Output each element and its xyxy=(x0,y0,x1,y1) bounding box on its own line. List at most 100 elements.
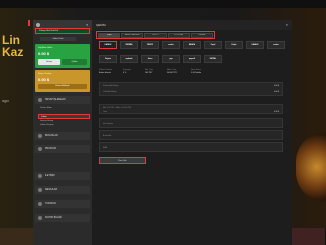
info-header: Komisyon xyxy=(123,69,131,71)
tab-all[interactable]: TÜMÜ xyxy=(98,32,121,38)
payment-method[interactable]: Papara xyxy=(99,55,117,63)
sidebar-section-contact[interactable]: İLETİŞİM xyxy=(35,172,90,180)
payment-method[interactable]: cepbank xyxy=(120,55,138,63)
payment-method[interactable]: PAYFIX xyxy=(141,41,159,49)
sidebar-section-profile[interactable]: PROFİLİM xyxy=(35,145,90,153)
payment-method[interactable]: HAVALE xyxy=(99,41,117,49)
info-col: Maks. Tutar 50.000 TRY xyxy=(167,69,177,74)
sidebar-section-messages[interactable]: MESAJLAR xyxy=(35,186,90,194)
hero-subtitle: ogo xyxy=(2,98,9,103)
payment-method[interactable]: mefete xyxy=(267,41,285,49)
sidebar-subitem[interactable]: Çekim Geçmişi xyxy=(40,124,53,126)
field-placeholder: İsim Soyisim xyxy=(103,122,114,125)
bonus-balance-card: Bonus Cüzdanı 0.00 $ Bonus Aktifleştir xyxy=(35,70,90,92)
user-icon xyxy=(38,147,42,151)
tab-crypto[interactable]: KRİPTO xyxy=(144,32,167,38)
section-label: MESAJLAR xyxy=(45,189,58,191)
ticket-icon xyxy=(38,216,42,220)
withdrawable-value: 0.00 $ xyxy=(274,91,279,93)
balance-card: Kullanılabilir Bakiye 0.00 $ Çekilebilir… xyxy=(99,82,283,96)
info-header: Maks. Tutar xyxy=(167,69,177,71)
info-header: İşlem Süresi xyxy=(191,69,201,71)
payment-method[interactable]: HAVALE xyxy=(246,41,264,49)
main-balance-card: Dağ Alma Hakkı 0.00 $ Yatırım Çekim xyxy=(35,44,90,68)
section-label: PROFİLİM xyxy=(45,148,56,150)
info-col: Ödeme Yöntemi Banka Havale xyxy=(99,69,112,74)
sidebar-section-tournament[interactable]: TURNUVA xyxy=(35,200,90,208)
bank-name-field[interactable]: Banka Adı xyxy=(99,130,283,140)
hero-title: Lin Kaz xyxy=(2,33,24,59)
chat-icon xyxy=(38,174,42,178)
main-balance-value: 0.00 $ xyxy=(38,51,50,56)
amount-suffix: 0.00 $ xyxy=(274,110,279,113)
info-header: Ödeme Yöntemi xyxy=(99,69,112,71)
user-avatar-icon[interactable] xyxy=(36,23,40,27)
balance-value: 0.00 $ xyxy=(274,85,279,87)
info-col: Komisyon 0 % xyxy=(123,69,131,74)
payment-method[interactable]: PAPARA xyxy=(120,41,138,49)
section-label: TURNUVA xyxy=(45,203,56,205)
payment-method[interactable]: paycell xyxy=(183,55,201,63)
sidebar-subitem[interactable]: Yatırım İşlem xyxy=(40,107,52,109)
amount-card: Min.: 100 TRY - Maks.: 50.000 TRY Tutar … xyxy=(99,104,283,114)
sidebar-section-coupon[interactable]: KUPON BİLGİSİ xyxy=(35,214,90,222)
highlight-marker xyxy=(28,20,30,26)
sidebar-subitem-selected[interactable]: Çekim xyxy=(38,114,90,119)
tab-papara[interactable]: PAPARA xyxy=(190,32,214,38)
sidebar-section-account[interactable]: HESAP İŞLEMLERİ xyxy=(35,96,90,104)
limits-notice: Min.: 100 TRY - Maks.: 50.000 TRY xyxy=(103,106,132,109)
profile-label: Pohoys Stat Unit Kull xyxy=(39,30,58,32)
gift-icon xyxy=(38,134,42,138)
payment-method[interactable]: BANKA xyxy=(183,41,201,49)
tab-bank[interactable]: BANKA TRANSFER xyxy=(121,32,144,38)
info-value: 100 TRY xyxy=(145,72,153,74)
profile-banner[interactable]: Pohoys Stat Unit Kull xyxy=(35,28,90,34)
name-field[interactable]: İsim Soyisim xyxy=(99,118,283,128)
section-label: KUPON BİLGİSİ xyxy=(45,217,62,219)
info-col: İşlem Süresi 5-10 Dakika xyxy=(191,69,201,74)
payment-method[interactable]: Payfix xyxy=(225,41,243,49)
iban-field[interactable]: IBAN xyxy=(99,142,283,152)
section-label: HESAP İŞLEMLERİ xyxy=(45,99,66,101)
payment-method[interactable]: pep xyxy=(162,55,180,63)
withdraw-button[interactable]: Çekim xyxy=(62,59,87,65)
info-header: Min. Tutar xyxy=(145,69,153,71)
sidebar-subitem[interactable]: Geçmiş Hesap xyxy=(40,120,53,122)
sidebar-close-icon[interactable]: × xyxy=(86,22,88,27)
withdrawable-label: Çekilebilir Bakiye xyxy=(103,91,117,93)
method-info: Ödeme Yöntemi Banka Havale Komisyon 0 % … xyxy=(99,69,289,81)
info-col: Min. Tutar 100 TRY xyxy=(145,69,153,74)
mail-icon xyxy=(38,188,42,192)
modal-title: ÇEKİM xyxy=(96,23,106,27)
info-value: Banka Havale xyxy=(99,72,111,74)
info-value: 0 % xyxy=(123,72,127,74)
submit-withdraw-button[interactable]: Para Çek xyxy=(99,157,146,164)
info-value: 50.000 TRY xyxy=(167,72,178,74)
amount-label: Tutar xyxy=(103,110,108,113)
modal-header: ÇEKİM × xyxy=(92,20,292,30)
activate-bonus-button[interactable]: Bonus Aktifleştir xyxy=(38,84,87,89)
close-icon[interactable]: × xyxy=(286,22,288,27)
info-value: 5-10 Dakika xyxy=(191,72,202,74)
balance-label: Kullanılabilir Bakiye xyxy=(103,85,119,87)
main-balance-title: Dağ Alma Hakkı xyxy=(38,47,53,49)
wallet-icon xyxy=(38,98,42,102)
bonus-balance-title: Bonus Cüzdanı xyxy=(38,73,52,75)
payment-method[interactable]: Jeton xyxy=(141,55,159,63)
deposit-button[interactable]: Yatırım xyxy=(38,59,60,65)
payment-method[interactable]: PAYPAL xyxy=(204,55,222,63)
tab-ewallet[interactable]: E-CÜZDAN xyxy=(167,32,190,38)
field-placeholder: IBAN xyxy=(103,146,108,149)
payment-method[interactable]: mefete xyxy=(162,41,180,49)
section-label: BONUSLAR xyxy=(45,135,58,137)
account-label[interactable]: Global Tahiti xyxy=(40,37,76,41)
section-label: İLETİŞİM xyxy=(45,175,55,177)
field-placeholder: Banka Adı xyxy=(103,134,112,137)
trophy-icon xyxy=(38,202,42,206)
sidebar-section-bonus[interactable]: BONUSLAR xyxy=(35,132,90,140)
selected-label: Çekim xyxy=(41,115,47,118)
method-tabs: TÜMÜ BANKA TRANSFER KRİPTO E-CÜZDAN PAPA… xyxy=(96,31,215,39)
withdraw-modal: ÇEKİM × TÜMÜ BANKA TRANSFER KRİPTO E-CÜZ… xyxy=(92,20,292,245)
payment-method[interactable]: Papel xyxy=(204,41,222,49)
top-nav xyxy=(0,0,326,8)
